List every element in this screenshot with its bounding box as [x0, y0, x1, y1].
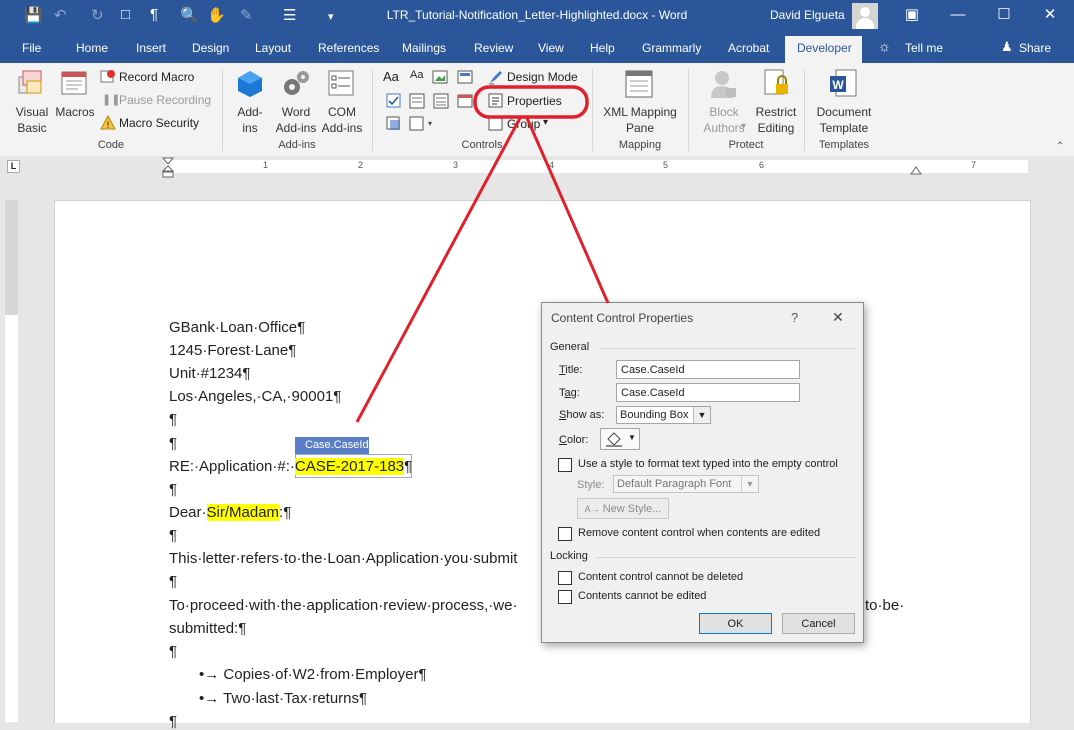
annotation-arrow: [525, 117, 610, 304]
annotation-overlay: [355, 85, 610, 423]
highlight-ellipse: [473, 85, 589, 119]
annotation-arrow: [355, 117, 522, 423]
